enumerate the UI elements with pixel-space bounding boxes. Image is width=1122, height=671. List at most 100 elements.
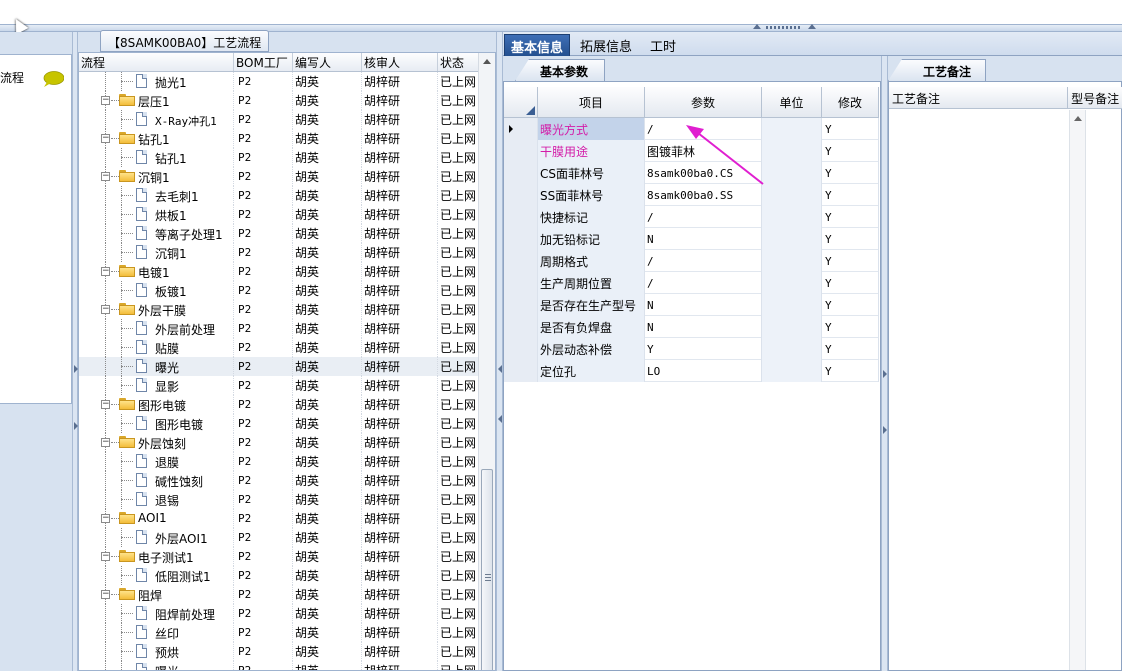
param-row[interactable]: 定位孔 LO Y: [504, 360, 879, 382]
tree-row[interactable]: 外层前处理 P2 胡英 胡梓研 已上网: [79, 319, 479, 338]
tree-row[interactable]: 显影 P2 胡英 胡梓研 已上网: [79, 376, 479, 395]
param-modify-cell[interactable]: Y: [822, 272, 879, 294]
tree-row[interactable]: X-Ray冲孔1 P2 胡英 胡梓研 已上网: [79, 110, 479, 129]
param-value-cell[interactable]: N: [645, 294, 762, 316]
collapse-arrow-icon[interactable]: [498, 365, 502, 373]
tree-row[interactable]: 烘板1 P2 胡英 胡梓研 已上网: [79, 205, 479, 224]
param-value-cell[interactable]: 8samk00ba0.CS: [645, 162, 762, 184]
tree-row[interactable]: 等离子处理1 P2 胡英 胡梓研 已上网: [79, 224, 479, 243]
param-unit-cell[interactable]: [762, 162, 822, 184]
row-header[interactable]: [504, 316, 538, 338]
row-header[interactable]: [504, 338, 538, 360]
col-header-reviewer[interactable]: 核审人: [362, 53, 438, 71]
tree-row[interactable]: − 电子测试1 P2 胡英 胡梓研 已上网: [79, 547, 479, 566]
tree-row[interactable]: − 外层蚀刻 P2 胡英 胡梓研 已上网: [79, 433, 479, 452]
param-row[interactable]: 干膜用途 图镀菲林 Y: [504, 140, 879, 162]
param-unit-cell[interactable]: [762, 140, 822, 162]
col-header-process-notes[interactable]: 工艺备注: [889, 87, 1069, 108]
tab-process-notes[interactable]: 工艺备注: [888, 59, 986, 81]
tab-extended-info[interactable]: 拓展信息: [574, 34, 638, 56]
col-header-author[interactable]: 编写人: [293, 53, 362, 71]
collapse-toggle-icon[interactable]: −: [101, 590, 110, 599]
param-row[interactable]: 周期格式 / Y: [504, 250, 879, 272]
param-value-cell[interactable]: /: [645, 206, 762, 228]
expand-arrow-icon[interactable]: [883, 426, 887, 434]
param-modify-cell[interactable]: Y: [822, 294, 879, 316]
scroll-thumb[interactable]: [481, 469, 493, 670]
param-modify-cell[interactable]: Y: [822, 184, 879, 206]
collapse-toggle-icon[interactable]: −: [101, 96, 110, 105]
col-header-model-notes[interactable]: 型号备注: [1068, 87, 1122, 108]
col-header-item[interactable]: 项目: [538, 87, 645, 117]
tree-row[interactable]: 碱性蚀刻 P2 胡英 胡梓研 已上网: [79, 471, 479, 490]
scroll-up-icon[interactable]: [483, 59, 491, 64]
param-row[interactable]: 外层动态补偿 Y Y: [504, 338, 879, 360]
tree-row[interactable]: 沉铜1 P2 胡英 胡梓研 已上网: [79, 243, 479, 262]
param-row[interactable]: 快捷标记 / Y: [504, 206, 879, 228]
param-value-cell[interactable]: N: [645, 316, 762, 338]
collapse-toggle-icon[interactable]: −: [101, 134, 110, 143]
param-unit-cell[interactable]: [762, 338, 822, 360]
row-header[interactable]: [504, 294, 538, 316]
notes-scrollbar[interactable]: [1069, 110, 1086, 670]
row-header[interactable]: [504, 228, 538, 250]
row-header[interactable]: [504, 250, 538, 272]
tree-row[interactable]: 丝印 P2 胡英 胡梓研 已上网: [79, 623, 479, 642]
tree-row[interactable]: − AOI1 P2 胡英 胡梓研 已上网: [79, 509, 479, 528]
collapse-toggle-icon[interactable]: −: [101, 552, 110, 561]
param-unit-cell[interactable]: [762, 272, 822, 294]
row-header[interactable]: [504, 140, 538, 162]
collapse-toggle-icon[interactable]: −: [101, 267, 110, 276]
tree-row[interactable]: − 电镀1 P2 胡英 胡梓研 已上网: [79, 262, 479, 281]
tree-row[interactable]: 板镀1 P2 胡英 胡梓研 已上网: [79, 281, 479, 300]
collapse-toggle-icon[interactable]: −: [101, 514, 110, 523]
col-header-status[interactable]: 状态: [438, 53, 479, 71]
tree-row[interactable]: 退膜 P2 胡英 胡梓研 已上网: [79, 452, 479, 471]
expand-arrow-icon[interactable]: [883, 370, 887, 378]
param-value-cell[interactable]: LO: [645, 360, 762, 382]
scroll-up-icon[interactable]: [1074, 116, 1082, 121]
param-unit-cell[interactable]: [762, 316, 822, 338]
tree-row[interactable]: − 沉铜1 P2 胡英 胡梓研 已上网: [79, 167, 479, 186]
param-modify-cell[interactable]: Y: [822, 360, 879, 382]
col-header-param[interactable]: 参数: [645, 87, 762, 117]
tab-basic-info[interactable]: 基本信息: [504, 34, 571, 56]
param-value-cell[interactable]: N: [645, 228, 762, 250]
param-value-cell[interactable]: /: [645, 272, 762, 294]
param-row[interactable]: 曝光方式 / Y: [504, 118, 879, 140]
row-header[interactable]: [504, 162, 538, 184]
param-value-cell[interactable]: Y: [645, 338, 762, 360]
param-value-cell[interactable]: /: [645, 118, 762, 140]
param-value-cell[interactable]: /: [645, 250, 762, 272]
tree-row[interactable]: 贴膜 P2 胡英 胡梓研 已上网: [79, 338, 479, 357]
tree-row[interactable]: − 钻孔1 P2 胡英 胡梓研 已上网: [79, 129, 479, 148]
tree-row[interactable]: 去毛刺1 P2 胡英 胡梓研 已上网: [79, 186, 479, 205]
col-header-flow[interactable]: 流程: [79, 53, 234, 71]
tree-row[interactable]: 退锡 P2 胡英 胡梓研 已上网: [79, 490, 479, 509]
tree-row[interactable]: 曝光 P2胡英胡梓研已上网: [79, 661, 479, 670]
param-row[interactable]: 加无铅标记 N Y: [504, 228, 879, 250]
param-unit-cell[interactable]: [762, 228, 822, 250]
chat-bubble-icon[interactable]: [42, 71, 64, 87]
tree-row[interactable]: 抛光1 P2 胡英 胡梓研 已上网: [79, 72, 479, 91]
tree-row[interactable]: − 图形电镀 P2 胡英 胡梓研 已上网: [79, 395, 479, 414]
col-header-modify[interactable]: 修改: [822, 87, 879, 117]
param-value-cell[interactable]: 8samk00ba0.SS: [645, 184, 762, 206]
param-modify-cell[interactable]: Y: [822, 162, 879, 184]
param-modify-cell[interactable]: Y: [822, 206, 879, 228]
param-row[interactable]: 是否存在生产型号 N Y: [504, 294, 879, 316]
tree-row[interactable]: − 层压1 P2 胡英 胡梓研 已上网: [79, 91, 479, 110]
row-header[interactable]: [504, 118, 538, 140]
collapse-arrow-icon[interactable]: [808, 24, 816, 29]
param-unit-cell[interactable]: [762, 206, 822, 228]
tree-row[interactable]: − 外层干膜 P2 胡英 胡梓研 已上网: [79, 300, 479, 319]
param-unit-cell[interactable]: [762, 360, 822, 382]
param-unit-cell[interactable]: [762, 294, 822, 316]
tree-row[interactable]: 预烘 P2 胡英 胡梓研 已上网: [79, 642, 479, 661]
collapse-toggle-icon[interactable]: −: [101, 400, 110, 409]
row-header[interactable]: [504, 360, 538, 382]
param-row[interactable]: 是否有负焊盘 N Y: [504, 316, 879, 338]
param-modify-cell[interactable]: Y: [822, 228, 879, 250]
param-row[interactable]: CS面菲林号 8samk00ba0.CS Y: [504, 162, 879, 184]
grid-corner[interactable]: [504, 87, 538, 117]
